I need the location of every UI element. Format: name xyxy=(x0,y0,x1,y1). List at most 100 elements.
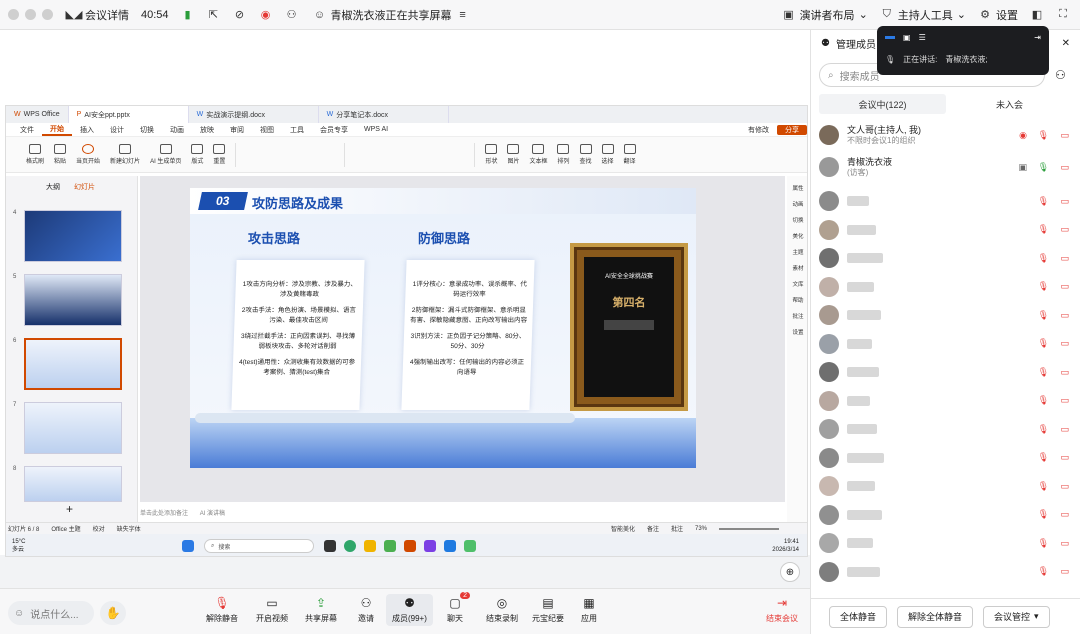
popout-icon[interactable]: ⇱ xyxy=(207,8,221,22)
settings-tool[interactable]: 设置 xyxy=(787,328,807,336)
taskbar-clock[interactable]: 19:41 2026/3/14 xyxy=(772,538,799,554)
member-row-host[interactable]: 文人哥(主持人, 我) 不限时会议1的组织 ◉ 🎙 ▭ xyxy=(819,122,1073,148)
mic-off-icon[interactable]: 🎙 xyxy=(1038,452,1049,463)
camera-off-icon[interactable]: ▭ xyxy=(1060,253,1069,264)
host-tools-button[interactable]: ⛉ 主持人工具 ⌄ xyxy=(880,7,966,23)
stop-recording-button[interactable]: ◎ 结束录制 xyxy=(486,596,518,624)
menu-home[interactable]: 开始 xyxy=(42,124,72,136)
list-icon[interactable]: ☰ xyxy=(919,33,926,42)
camera-off-icon[interactable]: ▭ xyxy=(1060,224,1069,235)
slide-thumbnail[interactable] xyxy=(24,274,122,326)
collapse-icon[interactable]: ⇥ xyxy=(1034,33,1041,42)
mic-off-icon[interactable]: 🎙 xyxy=(1038,338,1049,349)
menu-file[interactable]: 文件 xyxy=(12,125,42,135)
member-row[interactable]: 🎙 ▭ xyxy=(819,331,1073,357)
tab-outline[interactable]: 大纲 xyxy=(46,182,60,192)
current-slide[interactable]: 03 攻防思路及成果 攻击思路 防御思路 1攻击方向分析：涉及宗教、涉及暴力、涉… xyxy=(190,188,696,468)
shape-button[interactable]: 形状 xyxy=(485,144,497,165)
window-controls[interactable] xyxy=(8,9,53,20)
settings-button[interactable]: ⚙ 设置 xyxy=(978,7,1018,23)
menu-transition[interactable]: 切换 xyxy=(132,125,162,135)
record-icon[interactable]: ◉ xyxy=(259,8,273,22)
textbox-button[interactable]: 文本框 xyxy=(529,144,547,165)
menu-tools[interactable]: 工具 xyxy=(282,125,312,135)
explorer-icon[interactable] xyxy=(364,540,376,552)
smart-beautify-button[interactable]: 智能美化 xyxy=(611,524,635,533)
new-slide-button[interactable]: 新建幻灯片 xyxy=(110,144,140,165)
sidebar-toggle-icon[interactable]: ◧ xyxy=(1030,8,1044,22)
member-row[interactable]: 🎙 ▭ xyxy=(819,245,1073,271)
emoji-icon[interactable]: ☺ xyxy=(14,608,24,619)
tab-notes-doc[interactable]: W 分享笔记本.docx xyxy=(319,106,449,123)
edge-icon[interactable] xyxy=(344,540,356,552)
material-tool[interactable]: 素材 xyxy=(787,264,807,272)
windows-start-icon[interactable] xyxy=(182,540,194,552)
meeting-app-icon[interactable] xyxy=(444,540,456,552)
speaker-floating-window[interactable]: ▣ ☰ ⇥ 🎙 正在讲话: 青椒洗衣液; xyxy=(877,26,1049,75)
tab-slides[interactable]: 幻灯片 xyxy=(74,182,95,192)
mic-off-icon[interactable]: 🎙 xyxy=(1038,395,1049,406)
taskbar-search[interactable]: ⌕ 搜索 xyxy=(204,539,314,553)
camera-off-icon[interactable]: ▭ xyxy=(1060,162,1069,173)
share-screen-button[interactable]: ⇪ 共享屏幕 xyxy=(305,596,337,624)
camera-off-icon[interactable]: ▭ xyxy=(1060,130,1069,141)
slide-thumbnail[interactable] xyxy=(24,402,122,454)
font-controls[interactable] xyxy=(235,142,346,167)
member-row[interactable]: 🎙 ▭ xyxy=(819,473,1073,499)
meeting-info[interactable]: ◣◢ 会议详情 xyxy=(66,7,129,23)
mute-all-button[interactable]: 全体静音 xyxy=(829,605,888,628)
mic-off-icon[interactable]: 🎙 xyxy=(1038,130,1049,141)
menu-animation[interactable]: 动画 xyxy=(162,125,192,135)
member-row[interactable]: 🎙 ▭ xyxy=(819,502,1073,528)
mic-off-icon[interactable]: 🎙 xyxy=(1038,310,1049,321)
comment-toggle[interactable]: 批注 xyxy=(671,524,683,533)
layout-button-wps[interactable]: 版式 xyxy=(191,144,203,165)
missing-font-button[interactable]: 缺失字体 xyxy=(117,524,141,533)
mic-off-icon[interactable]: 🎙 xyxy=(1038,367,1049,378)
taskview-icon[interactable] xyxy=(324,540,336,552)
member-row[interactable]: 🎙 ▭ xyxy=(819,559,1073,585)
animation-tool[interactable]: 动画 xyxy=(787,200,807,208)
notes-area[interactable]: 单击此处添加备注 AI 演讲稿 xyxy=(140,508,225,517)
menu-view[interactable]: 视图 xyxy=(252,125,282,135)
member-row[interactable]: 🎙 ▭ xyxy=(819,530,1073,556)
library-tool[interactable]: 文库 xyxy=(787,280,807,288)
fullscreen-icon[interactable]: ⛶ xyxy=(1056,8,1070,22)
menu-slideshow[interactable]: 放映 xyxy=(192,125,222,135)
camera-off-icon[interactable]: ▭ xyxy=(1060,566,1069,577)
member-row-guest[interactable]: 青椒洗衣液 (访客) ▣ 🎙 ▭ xyxy=(819,154,1073,180)
menu-wps-ai[interactable]: WPS AI xyxy=(356,126,396,133)
yuanbao-notes-button[interactable]: ▤ 元宝纪要 xyxy=(532,596,564,624)
camera-off-icon[interactable]: ▭ xyxy=(1060,395,1069,406)
add-slide-icon[interactable]: + xyxy=(66,502,73,516)
tab-not-joined[interactable]: 未入会 xyxy=(946,94,1073,114)
invite-button[interactable]: ⚇ 邀请 xyxy=(357,596,375,624)
tab-in-meeting[interactable]: 会议中(122) xyxy=(819,94,946,114)
tab-outline-doc[interactable]: W 实战演示提纲.docx xyxy=(189,106,319,123)
chat-button[interactable]: ▢ 2 聊天 xyxy=(446,592,470,624)
camera-off-icon[interactable]: ▭ xyxy=(1060,509,1069,520)
paragraph-controls[interactable] xyxy=(355,142,476,167)
select-button[interactable]: 选择 xyxy=(601,144,614,165)
raise-hand-button[interactable]: ✋ xyxy=(100,601,126,625)
app-icon[interactable] xyxy=(464,540,476,552)
slide-thumbnail[interactable] xyxy=(24,466,122,502)
notes-toggle[interactable]: 备注 xyxy=(647,524,659,533)
zoom-slider[interactable] xyxy=(719,527,779,530)
member-row[interactable]: 🎙 ▭ xyxy=(819,188,1073,214)
ai-script-button[interactable]: AI 演讲稿 xyxy=(200,511,225,517)
paste-button[interactable]: 粘贴 xyxy=(54,144,66,165)
share-doc-button[interactable]: 分享 xyxy=(777,124,807,135)
member-row[interactable]: 🎙 ▭ xyxy=(819,302,1073,328)
app-icon[interactable] xyxy=(384,540,396,552)
camera-off-icon[interactable]: ▭ xyxy=(1060,367,1069,378)
tab-wps-office[interactable]: W WPS Office xyxy=(6,106,69,123)
camera-off-icon[interactable]: ▭ xyxy=(1060,310,1069,321)
meeting-control-button[interactable]: 会议管控 ▾ xyxy=(983,605,1050,628)
unmute-button[interactable]: 🎙 解除静音 xyxy=(206,596,238,624)
ai-single-page-button[interactable]: AI 生成单页 xyxy=(150,144,181,165)
slide-thumbnail-selected[interactable] xyxy=(24,338,122,390)
member-row[interactable]: 🎙 ▭ xyxy=(819,217,1073,243)
menu-insert[interactable]: 插入 xyxy=(72,125,102,135)
window-icon[interactable]: ▣ xyxy=(903,33,911,42)
